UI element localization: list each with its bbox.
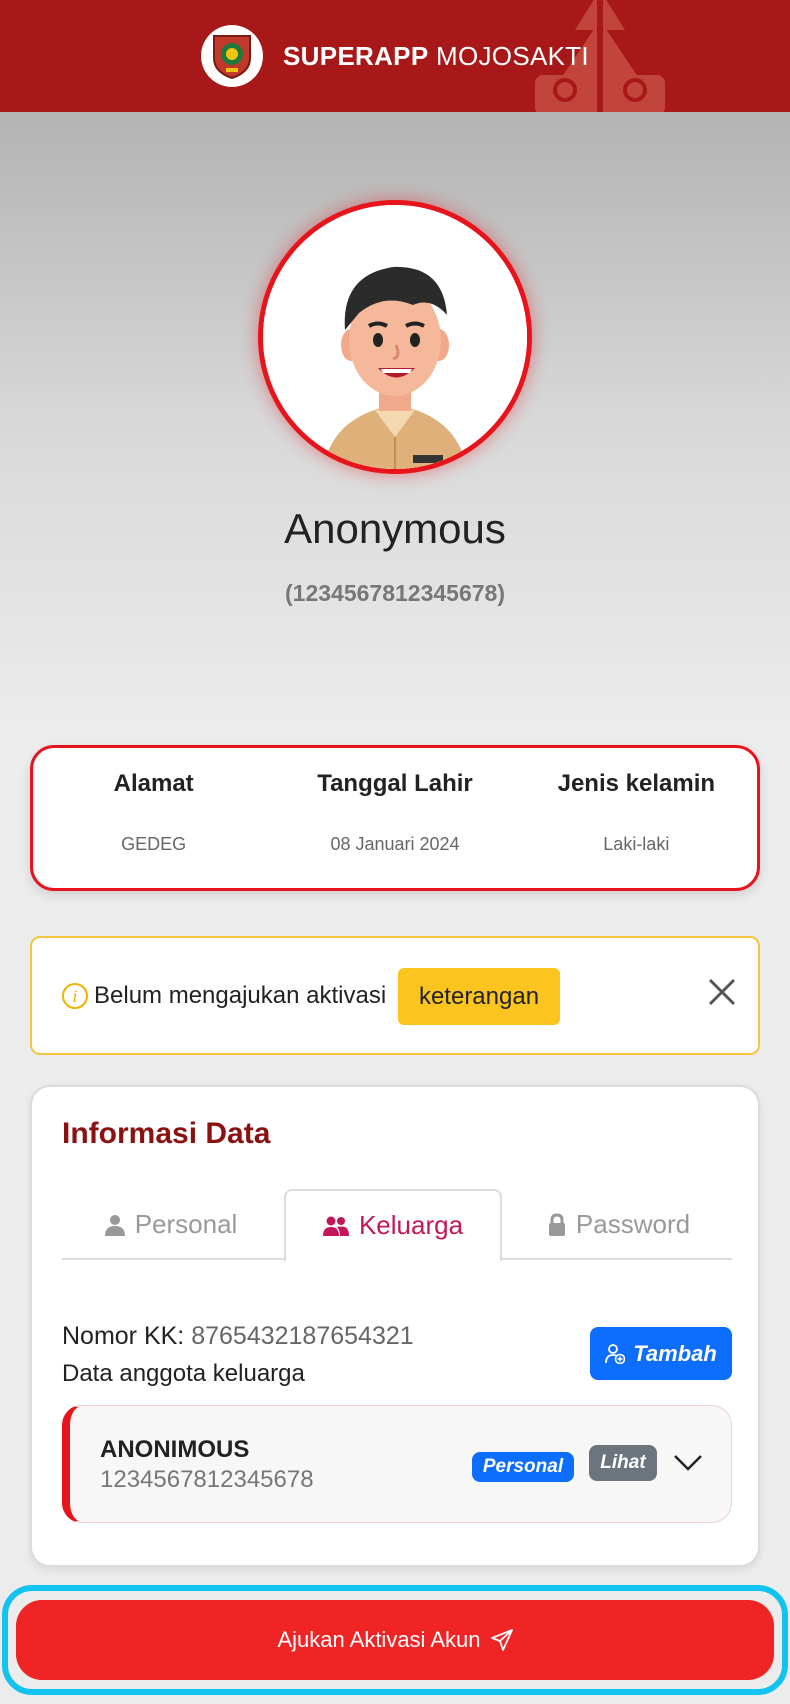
user-icon bbox=[104, 1214, 125, 1236]
add-member-button[interactable]: Tambah bbox=[590, 1327, 732, 1380]
panel-title: Informasi Data bbox=[62, 1117, 271, 1150]
family-members-label: Data anggota keluarga bbox=[62, 1360, 305, 1387]
activation-alert: i Belum mengajukan aktivasi keterangan bbox=[30, 936, 760, 1055]
user-nik: (1234567812345678) bbox=[285, 580, 505, 606]
info-value: GEDEG bbox=[121, 834, 187, 854]
profile-info-card: Alamat GEDEG Tanggal Lahir 08 Januari 20… bbox=[30, 745, 760, 891]
avatar bbox=[258, 200, 532, 474]
member-nik: 1234567812345678 bbox=[100, 1466, 314, 1493]
info-label: Jenis kelamin bbox=[557, 770, 716, 797]
tab-label: Password bbox=[575, 1209, 691, 1239]
chevron-down-icon[interactable] bbox=[673, 1450, 703, 1474]
app-title-bold: SUPERAPP bbox=[283, 40, 429, 71]
alert-text: Belum mengajukan aktivasi bbox=[94, 982, 387, 1009]
kk-value: 8765432187654321 bbox=[191, 1322, 414, 1350]
avatar-illustration-icon bbox=[263, 205, 527, 469]
info-address: Alamat GEDEG bbox=[33, 748, 274, 888]
app-header: SUPERAPP MOJOSAKTI bbox=[0, 0, 790, 112]
send-icon bbox=[490, 1629, 513, 1651]
tab-label: Keluarga bbox=[358, 1210, 464, 1240]
keterangan-button[interactable]: keterangan bbox=[398, 968, 560, 1025]
tab-bar: Personal Keluarga Password bbox=[62, 1189, 732, 1262]
personal-badge: Personal bbox=[472, 1452, 574, 1482]
list-item[interactable]: ANONIMOUS 1234567812345678 Personal Liha… bbox=[62, 1405, 732, 1523]
member-name: ANONIMOUS bbox=[100, 1436, 250, 1463]
info-label: Tanggal Lahir bbox=[317, 770, 473, 797]
app-title-rest: MOJOSAKTI bbox=[428, 40, 589, 71]
lock-icon bbox=[548, 1212, 565, 1236]
view-button[interactable]: Lihat bbox=[589, 1445, 657, 1481]
users-icon bbox=[322, 1216, 349, 1236]
info-icon: i bbox=[62, 983, 88, 1009]
close-icon[interactable] bbox=[702, 972, 742, 1012]
tab-personal[interactable]: Personal bbox=[62, 1189, 280, 1260]
info-gender: Jenis kelamin Laki-laki bbox=[516, 748, 757, 888]
user-name: Anonymous bbox=[284, 505, 506, 552]
tab-password[interactable]: Password bbox=[510, 1189, 728, 1260]
submit-activation-button[interactable]: Ajukan Aktivasi Akun bbox=[16, 1600, 774, 1680]
add-member-label: Tambah bbox=[633, 1340, 717, 1366]
tab-label: Personal bbox=[134, 1209, 238, 1239]
tab-keluarga[interactable]: Keluarga bbox=[284, 1189, 502, 1262]
data-info-panel: Informasi Data Personal Keluarga Passwor… bbox=[30, 1085, 760, 1567]
action-focus-ring: Ajukan Aktivasi Akun bbox=[2, 1585, 788, 1695]
app-title: SUPERAPP MOJOSAKTI bbox=[283, 41, 589, 72]
kk-label: Nomor KK: bbox=[62, 1322, 192, 1350]
info-birthdate: Tanggal Lahir 08 Januari 2024 bbox=[274, 748, 515, 888]
info-value: 08 Januari 2024 bbox=[330, 834, 460, 854]
info-label: Alamat bbox=[113, 770, 194, 797]
kk-number: Nomor KK: 8765432187654321 bbox=[62, 1322, 414, 1351]
submit-activation-label: Ajukan Aktivasi Akun bbox=[277, 1627, 481, 1652]
regency-seal-icon bbox=[201, 25, 264, 87]
user-plus-icon bbox=[605, 1343, 626, 1364]
info-value: Laki-laki bbox=[603, 834, 670, 854]
